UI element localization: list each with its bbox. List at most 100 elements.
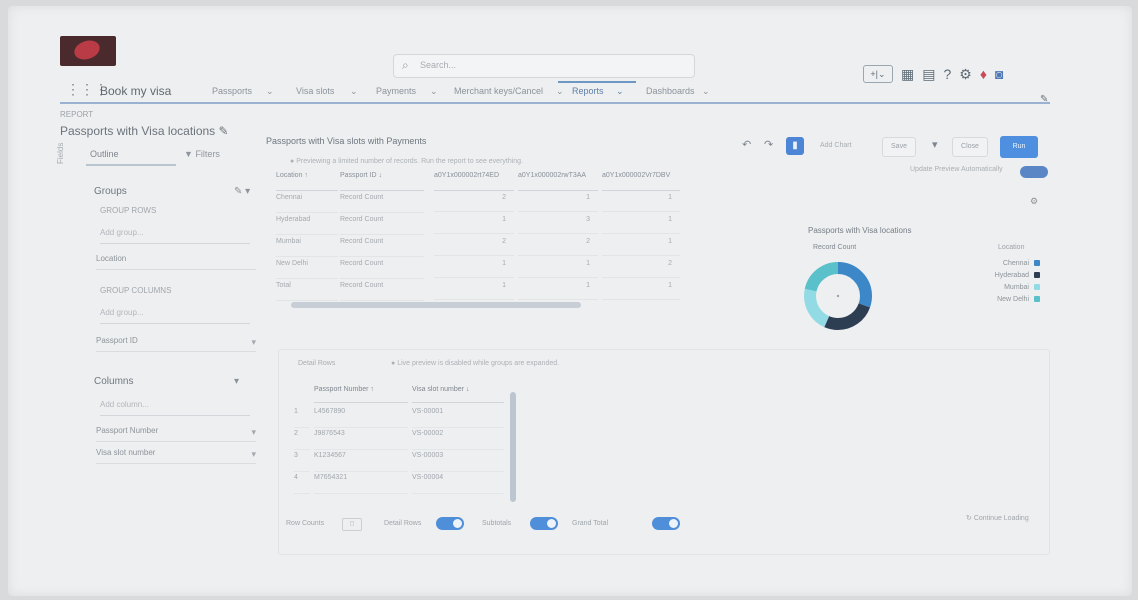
legend-item-hyderabad[interactable]: Hyderabad (950, 272, 1040, 284)
global-search[interactable]: ⌕ Search... (393, 54, 695, 78)
continue-loading-text: Continue Loading (973, 515, 1029, 522)
legend-label: New Delhi (997, 296, 1029, 303)
row-number: 1 (294, 408, 310, 428)
preview-vertical-scrollbar[interactable] (510, 392, 516, 502)
table-cell: 2 (602, 260, 680, 278)
tab-payments-chevron-icon[interactable]: ⌄ (430, 86, 438, 97)
legend-item-mumbai[interactable]: Mumbai (950, 284, 1040, 296)
tab-passports[interactable]: Passports (212, 86, 252, 96)
table-cell: M7654321 (314, 474, 408, 494)
table-cell: 1 (602, 238, 680, 256)
table-cell: Record Count (340, 238, 424, 257)
tab-dashboards-chevron-icon[interactable]: ⌄ (702, 86, 710, 97)
donut-chart[interactable] (802, 260, 874, 332)
add-chart-button[interactable]: Add Chart (820, 142, 852, 149)
tab-reports-chevron-icon[interactable]: ⌄ (616, 86, 624, 97)
edit-nav-pencil-icon[interactable]: ✎ (1040, 94, 1048, 105)
column-visa-slot-number[interactable]: Visa slot number ▾ (96, 448, 256, 464)
breadcrumb: REPORT (60, 110, 94, 119)
table-cell: New Delhi (276, 260, 338, 279)
chart-title: Passports with Visa locations (808, 226, 912, 235)
table-cell: L4567890 (314, 408, 408, 428)
tab-merchant-chevron-icon[interactable]: ⌄ (556, 86, 564, 97)
save-button[interactable]: Save (882, 137, 916, 157)
preview-info-text: Previewing a limited number of records. … (296, 158, 524, 165)
table-cell: 1 (518, 260, 598, 278)
column-visa-slot-number-label: Visa slot number (96, 448, 156, 457)
col-header-passport-number[interactable]: Passport Number ↑ (314, 386, 408, 403)
info-icon: ● (290, 158, 295, 165)
tab-visa-slots-chevron-icon[interactable]: ⌄ (350, 86, 358, 97)
column-group-passport-id[interactable]: Passport ID ▾ (96, 336, 256, 352)
col-header-location[interactable]: Location ↑ (276, 172, 338, 191)
row-group-location-label: Location (96, 254, 127, 263)
logo-mark-icon (71, 37, 103, 63)
undo-icon[interactable]: ↶ (742, 138, 751, 151)
table-cell: Record Count (340, 194, 424, 213)
row-number: 4 (294, 474, 310, 494)
fields-vertical-tab[interactable]: Fields (56, 143, 65, 164)
legend-item-new-delhi[interactable]: New Delhi (950, 296, 1040, 308)
legend-item-chennai[interactable]: Chennai (950, 260, 1040, 272)
table-cell: 1 (602, 194, 680, 212)
chevron-down-icon[interactable]: ▾ (251, 449, 256, 460)
update-preview-toggle[interactable] (1020, 166, 1048, 178)
column-passport-number[interactable]: Passport Number ▾ (96, 426, 256, 442)
close-button[interactable]: Close (952, 137, 988, 157)
detail-rows-toggle[interactable] (436, 517, 464, 530)
chevron-down-icon[interactable]: ▾ (251, 337, 256, 348)
groups-edit-icon[interactable]: ✎ ▾ (234, 186, 250, 197)
tab-dashboards[interactable]: Dashboards (646, 86, 695, 96)
filters-tab-label: Filters (195, 149, 220, 159)
legend-swatch (1034, 284, 1040, 291)
table-horizontal-scrollbar[interactable] (291, 302, 581, 308)
tab-filters[interactable]: ▼ Filters (184, 149, 220, 159)
legend-label: Mumbai (1004, 284, 1029, 291)
grand-total-toggle[interactable] (652, 517, 680, 530)
chevron-down-icon[interactable]: ▾ (251, 427, 256, 438)
row-group-location[interactable]: Location (96, 254, 256, 270)
tab-merchant[interactable]: Merchant keys/Cancel (454, 86, 543, 96)
table-cell: VS-00004 (412, 474, 504, 494)
nav-divider (60, 102, 1050, 104)
col-header-passport-id[interactable]: Passport ID ↓ (340, 172, 424, 191)
groups-heading: Groups (94, 186, 127, 197)
tab-passports-chevron-icon[interactable]: ⌄ (266, 86, 274, 97)
columns-chevron-icon[interactable]: ▾ (234, 376, 239, 387)
rename-pencil-icon[interactable]: ✎ (219, 124, 229, 138)
row-counts-label: Row Counts (286, 520, 325, 527)
chart-toggle-icon[interactable]: ▮ (786, 137, 804, 155)
browser-screen: ⌕ Search... +|⌄ ▦ ▤ ? ⚙ ♦ ◙ ⋮⋮⋮ Book my … (8, 6, 1132, 596)
tab-outline[interactable]: Outline (90, 149, 119, 159)
add-group-row-input[interactable]: Add group... (100, 228, 250, 244)
chart-settings-gear-icon[interactable]: ⚙ (1030, 196, 1038, 207)
legend-label: Chennai (1002, 260, 1029, 267)
add-group-column-input[interactable]: Add group... (100, 308, 250, 324)
continue-loading-link[interactable]: ↻ Continue Loading (966, 514, 1029, 522)
tab-payments[interactable]: Payments (376, 86, 416, 96)
tab-visa-slots[interactable]: Visa slots (296, 86, 334, 96)
subtotals-toggle[interactable] (530, 517, 558, 530)
col-header-visa-slot-number[interactable]: Visa slot number ↓ (412, 386, 504, 403)
tab-reports[interactable]: Reports (572, 86, 604, 96)
table-cell: 2 (434, 238, 514, 256)
row-number: 2 (294, 430, 310, 450)
save-chevron-icon[interactable]: ▾ (932, 138, 938, 151)
add-column-input[interactable]: Add column... (100, 400, 250, 416)
column-group-passport-id-label: Passport ID (96, 336, 138, 345)
preview-disabled-message: ● Live preview is disabled while groups … (391, 360, 559, 367)
row-counts-toggle[interactable]: ◻ (342, 518, 362, 531)
table-cell: 1 (434, 260, 514, 278)
table-cell: K1234567 (314, 452, 408, 472)
redo-icon[interactable]: ↷ (764, 138, 773, 151)
toggle-knob (669, 519, 678, 528)
col-header-id-3: a0Y1x000002Vr7DBV (602, 172, 680, 191)
search-icon: ⌕ (402, 58, 409, 72)
table-cell: Total (276, 282, 338, 301)
filter-icon: ▼ (184, 149, 193, 159)
search-input[interactable]: Search... (420, 60, 456, 70)
org-logo[interactable] (60, 36, 116, 66)
run-button[interactable]: Run (1000, 136, 1038, 158)
table-cell: Hyderabad (276, 216, 338, 235)
donut-center-dot (836, 294, 840, 298)
